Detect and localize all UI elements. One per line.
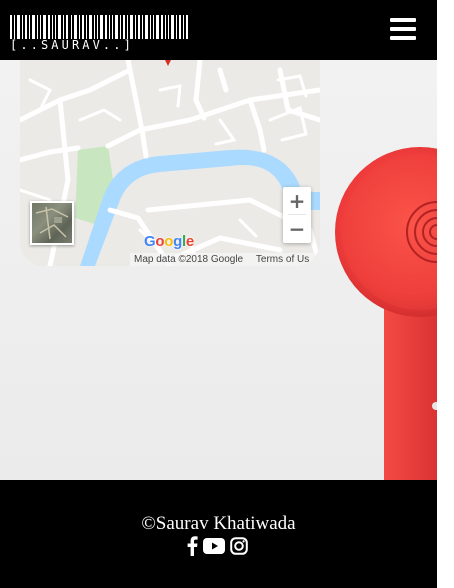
page-right-gutter [437, 0, 454, 588]
google-logo: Google [144, 233, 194, 250]
zoom-in-button[interactable]: + [283, 187, 311, 215]
hamburger-menu-icon[interactable] [390, 18, 418, 42]
youtube-icon[interactable] [203, 538, 225, 559]
contact-section: + − Google Map data ©2018 Google Terms o… [0, 60, 437, 480]
copyright-text: ©Saurav Khatiwada [141, 513, 296, 534]
google-logo-letter: o [164, 233, 174, 250]
site-header: [..SAURAV..] [0, 0, 437, 60]
barcode-logo-icon [10, 15, 188, 39]
instagram-icon[interactable] [230, 537, 248, 560]
map-attribution-bar: Map data ©2018 Google Terms of Us [130, 253, 320, 266]
site-footer: ©Saurav Khatiwada [0, 480, 437, 588]
logo-text: [..SAURAV..] [10, 38, 134, 52]
google-logo-letter: G [144, 233, 156, 250]
social-links [187, 536, 253, 561]
google-logo-letter: e [185, 233, 194, 250]
satellite-thumbnail-icon[interactable] [30, 201, 74, 245]
zoom-out-button[interactable]: − [283, 215, 311, 243]
site-logo[interactable]: [..SAURAV..] [10, 15, 188, 55]
terms-of-use-link[interactable]: Terms of Us [256, 254, 309, 265]
map-zoom-controls: + − [283, 187, 311, 243]
google-map[interactable]: + − Google Map data ©2018 Google Terms o… [20, 60, 320, 266]
facebook-icon[interactable] [187, 536, 198, 561]
google-logo-letter: o [155, 233, 165, 250]
map-attribution: Map data ©2018 Google [134, 254, 244, 265]
google-logo-letter: g [173, 233, 182, 250]
